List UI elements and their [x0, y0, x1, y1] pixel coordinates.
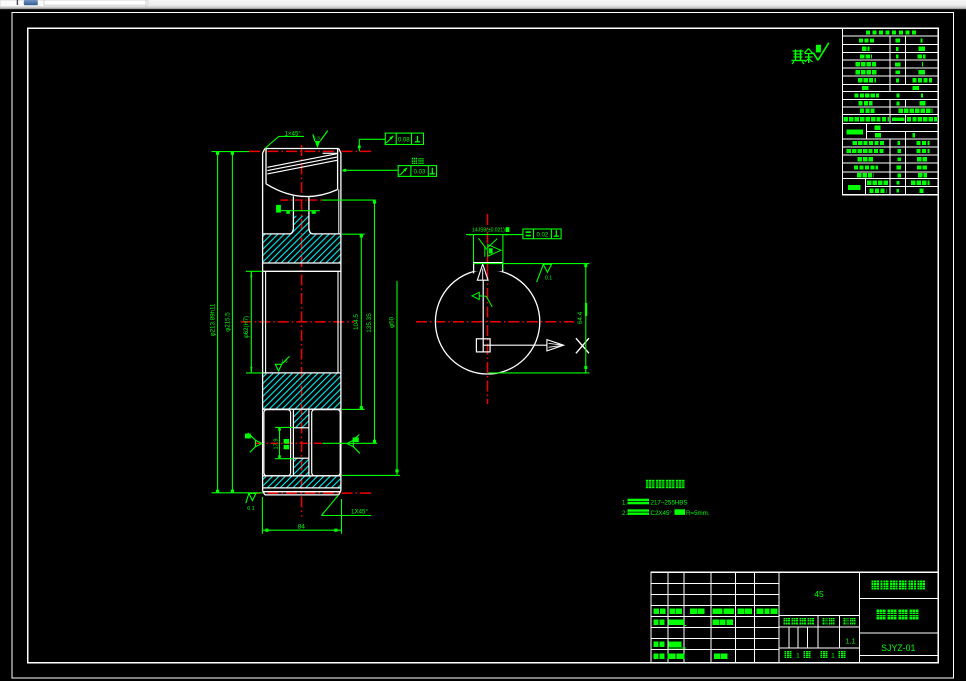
svg-text:φ213.89h11: φ213.89h11: [209, 303, 216, 336]
svg-text:0.02: 0.02: [537, 233, 549, 239]
svg-text:0.08: 0.08: [398, 138, 410, 144]
svg-text:1.1: 1.1: [846, 637, 856, 646]
svg-text:0.03: 0.03: [414, 170, 426, 176]
svg-text:φ215.5: φ215.5: [225, 312, 232, 332]
svg-text:45: 45: [814, 589, 824, 599]
svg-text:64.4: 64.4: [577, 311, 584, 324]
svg-text:104.5: 104.5: [353, 314, 360, 330]
svg-text:14JS9(±0.021): 14JS9(±0.021): [472, 228, 505, 234]
svg-text:84: 84: [298, 524, 306, 531]
svg-text:φ50: φ50: [389, 316, 396, 328]
svg-text:1: 1: [796, 653, 800, 660]
svg-text:0.1: 0.1: [545, 276, 552, 282]
svg-text:0.1: 0.1: [247, 506, 255, 512]
svg-text:217~255HBS: 217~255HBS: [651, 499, 688, 506]
svg-text:φ62(H7): φ62(H7): [244, 316, 250, 338]
svg-text:135.35: 135.35: [366, 313, 373, 333]
svg-text:17.9: 17.9: [274, 439, 280, 450]
svg-text:1: 1: [831, 653, 835, 660]
svg-text:1X45°: 1X45°: [351, 509, 368, 516]
svg-text:C2X45°: C2X45°: [651, 510, 673, 517]
svg-text:R=5mm.: R=5mm.: [686, 510, 710, 517]
svg-text:2.: 2.: [622, 510, 627, 517]
svg-text:SJYZ-01: SJYZ-01: [881, 643, 915, 653]
svg-text:6.3: 6.3: [313, 136, 320, 142]
svg-text:1.: 1.: [622, 499, 627, 506]
svg-text:1.6: 1.6: [281, 358, 288, 364]
